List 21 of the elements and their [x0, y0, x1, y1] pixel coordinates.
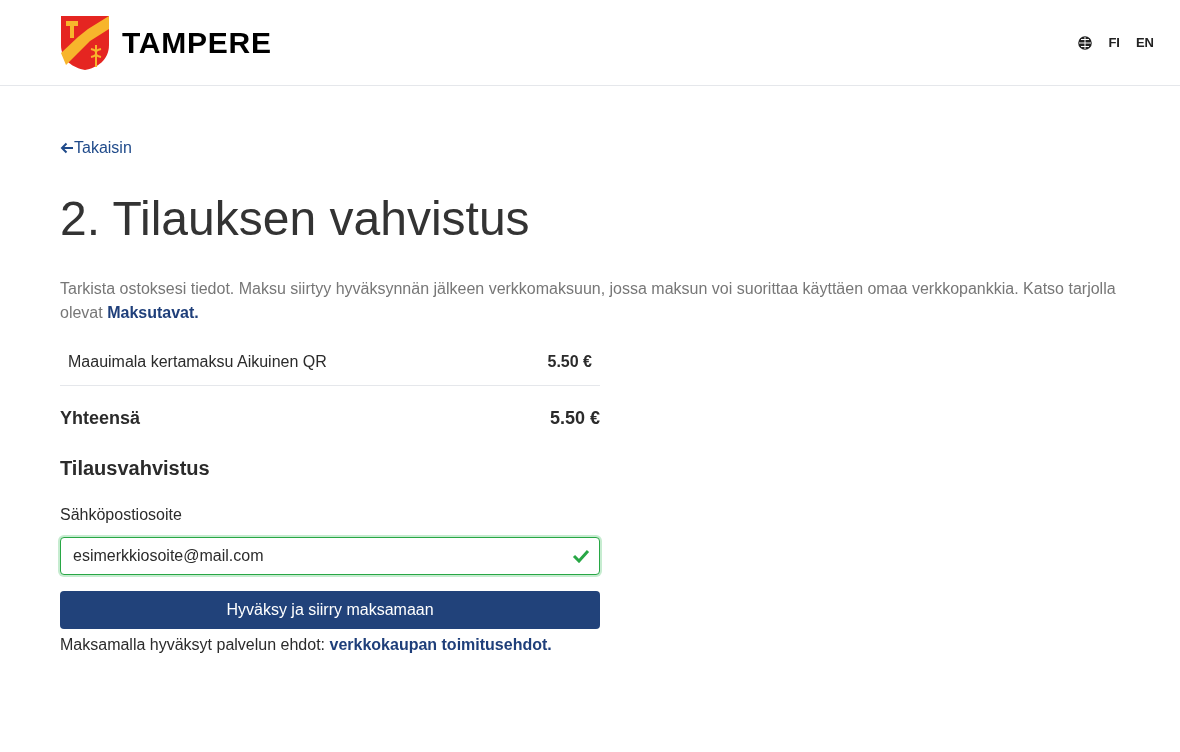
language-link[interactable]: FI: [1108, 32, 1120, 53]
page-title: 2. Tilauksen vahvistus: [60, 191, 531, 247]
total-label: Yhteensä: [60, 407, 141, 430]
checkmark-icon: [572, 549, 590, 563]
coat-of-arms-logo: [60, 14, 110, 71]
email-field[interactable]: esimerkkiosoite@mail.com: [60, 537, 600, 575]
terms-text: Maksamalla hyväksyt palvelun ehdot: verkkokaupan toimitusehdot.: [60, 635, 553, 655]
back-link[interactable]: Takaisin: [60, 136, 132, 160]
logo-wordmark: TAMPERE: [122, 25, 272, 61]
intro-paragraph: Tarkista ostoksesi tiedot. Maksu siirtyy hyväksynnän jälkeen verkkomaksuun, jossa maksun voi suorittaa käyttäen omaa verkkopankkia. Katso tarjolla olevat Maksutavat.: [60, 279, 1117, 323]
language-link[interactable]: EN: [1135, 32, 1154, 53]
payment-methods-link[interactable]: Maksutavat.: [107, 304, 199, 321]
arrow-left-icon: [60, 142, 74, 154]
item-name: Maauimala kertamaksu Aikuinen QR: [68, 352, 327, 372]
globe-icon[interactable]: [1078, 35, 1093, 50]
submit-button[interactable]: Hyväksy ja siirry maksamaan: [60, 591, 600, 629]
terms-link[interactable]: verkkokaupan toimitusehdot.: [329, 636, 552, 653]
section-heading: Tilausvahvistus: [60, 456, 211, 481]
item-price: 5.50 €: [547, 352, 592, 372]
total-price: 5.50 €: [549, 407, 600, 430]
email-label: Sähköpostiosoite: [60, 505, 183, 525]
